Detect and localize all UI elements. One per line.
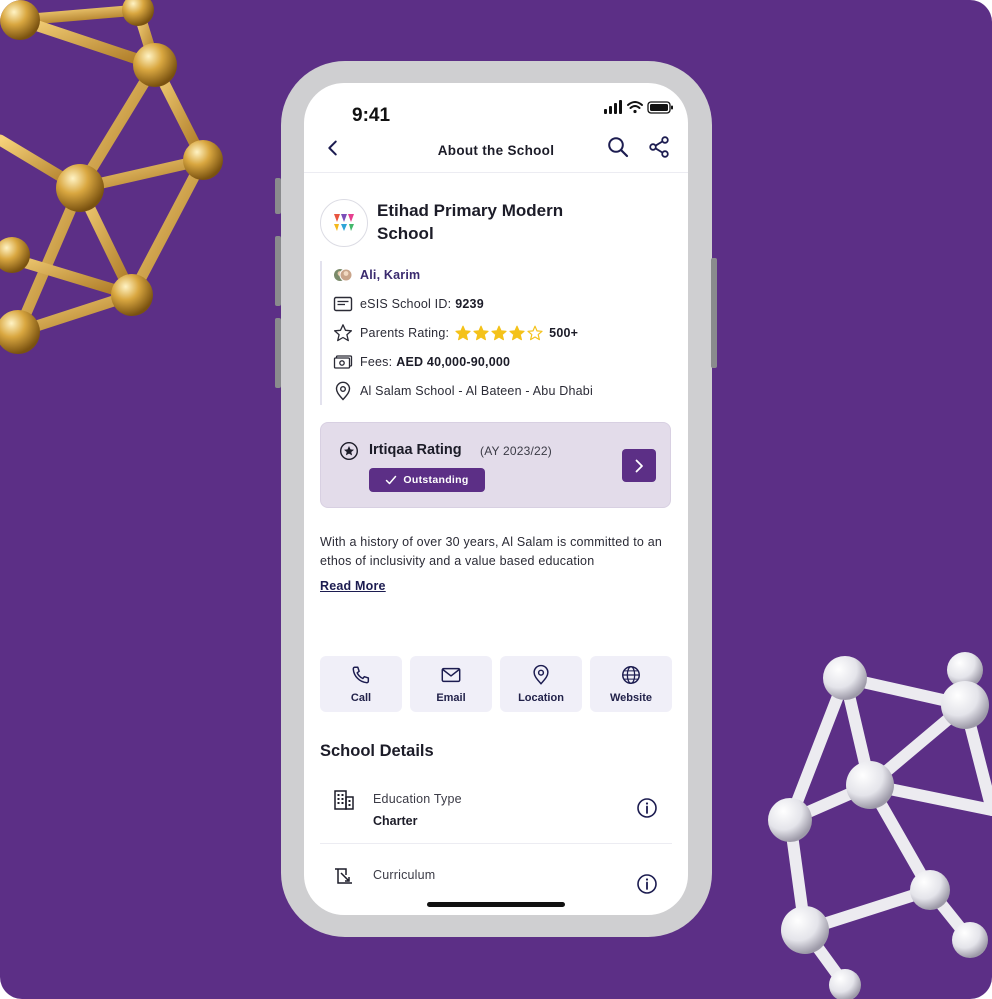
about-text: With a history of over 30 years, Al Sala… [320, 535, 662, 568]
address-text: Al Salam School - Al Bateen - Abu Dhabi [360, 383, 593, 398]
esis-row: eSIS School ID: 9239 [322, 290, 660, 319]
header-divider [304, 172, 688, 173]
contact-name-link[interactable]: Ali, Karim [360, 268, 420, 282]
school-logo-mark [334, 214, 354, 231]
details-divider [320, 843, 672, 844]
school-logo [320, 199, 368, 247]
parents-rating-row: Parents Rating: 500+ [322, 319, 660, 348]
status-time: 9:41 [352, 105, 391, 126]
curriculum-row: Curriculum [320, 864, 672, 915]
wifi-icon [627, 101, 643, 114]
address-row: Al Salam School - Al Bateen - Abu Dhabi [322, 376, 660, 405]
star-filled-icon [473, 325, 489, 341]
location-button[interactable]: Location [500, 656, 582, 712]
star-filled-icon [509, 325, 525, 341]
rating-stars [455, 325, 543, 341]
search-icon[interactable] [606, 135, 630, 159]
call-label: Call [350, 692, 372, 704]
info-icon[interactable] [635, 796, 659, 820]
check-icon [386, 475, 397, 485]
irtiqaa-title: Irtiqaa Rating [369, 442, 462, 458]
education-type-value: Charter [373, 814, 418, 828]
gold-molecule-decoration [0, 0, 223, 354]
rating-count: 500+ [549, 325, 579, 340]
school-name: Etihad Primary Modern School [377, 201, 564, 243]
phone-volume-down-button [275, 318, 281, 388]
location-label: Location [518, 692, 564, 704]
read-more-link[interactable]: Read More [320, 579, 386, 593]
phone-screen: 9:41 About the School Etihad Primary Mod… [304, 83, 688, 915]
fees-row: Fees: AED 40,000-90,000 [322, 347, 660, 376]
phone-silent-switch [275, 178, 281, 214]
parents-rating-label: Parents Rating: [360, 325, 450, 340]
school-info-list: Ali, Karim eSIS School ID: 9239 Parents … [320, 261, 660, 405]
email-label: Email [436, 692, 466, 704]
avatars-icon [334, 268, 353, 282]
esis-label: eSIS School ID: [360, 297, 452, 312]
school-details-title: School Details [320, 742, 434, 760]
building-icon [334, 790, 354, 810]
battery-icon [647, 101, 673, 114]
badge-label: Outstanding [403, 474, 469, 486]
education-type-row: Education Type Charter [320, 788, 672, 858]
phone-volume-up-button [275, 236, 281, 306]
background-stage: 9:41 About the School Etihad Primary Mod… [0, 0, 992, 999]
globe-icon [622, 666, 640, 684]
outstanding-badge: Outstanding [369, 468, 485, 492]
curriculum-icon [335, 868, 352, 884]
star-outline-icon [333, 324, 353, 342]
contact-actions: Call Email Location Website [320, 656, 672, 712]
esis-id: 9239 [455, 297, 484, 312]
irtiqaa-rating-card[interactable]: Irtiqaa Rating (AY 2023/22) Outstanding [320, 422, 671, 508]
id-card-icon [333, 296, 353, 312]
home-indicator [427, 902, 565, 907]
irtiqaa-arrow-button[interactable] [622, 449, 656, 482]
email-button[interactable]: Email [410, 656, 492, 712]
status-icons [604, 100, 673, 114]
phone-power-button [711, 258, 717, 368]
location-pin-icon [533, 664, 549, 685]
info-icon[interactable] [635, 872, 659, 896]
chevron-right-icon [635, 459, 643, 472]
call-button[interactable]: Call [320, 656, 402, 712]
star-empty-icon [527, 325, 543, 341]
curriculum-label: Curriculum [373, 868, 436, 882]
contact-row: Ali, Karim [322, 261, 660, 290]
education-type-label: Education Type [373, 792, 462, 806]
location-pin-icon [335, 381, 351, 401]
website-button[interactable]: Website [590, 656, 672, 712]
phone-icon [352, 666, 370, 684]
star-filled-icon [455, 325, 471, 341]
signal-icon [604, 100, 622, 114]
star-filled-icon [491, 325, 507, 341]
share-icon[interactable] [647, 135, 671, 159]
website-label: Website [610, 692, 652, 704]
page-title: About the School [437, 143, 555, 158]
fees-value: AED 40,000-90,000 [396, 354, 511, 369]
star-circle-icon [339, 441, 359, 461]
irtiqaa-year: (AY 2023/22) [480, 444, 553, 458]
white-molecule-decoration [768, 652, 992, 999]
mail-icon [441, 667, 461, 683]
money-icon [333, 355, 353, 369]
fees-label: Fees: [360, 354, 393, 369]
